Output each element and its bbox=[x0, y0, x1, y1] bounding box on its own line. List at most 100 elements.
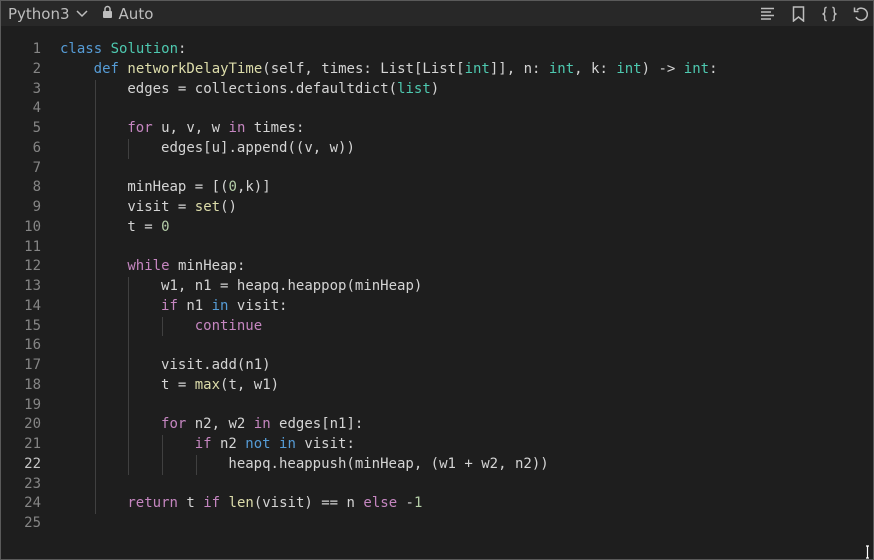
code-token: else bbox=[363, 495, 398, 512]
line-number: 7 bbox=[32, 159, 41, 176]
indent-guide bbox=[94, 474, 96, 495]
indent-guide bbox=[128, 336, 130, 356]
code-line[interactable]: 10 t = 0 bbox=[1, 217, 873, 238]
indent-guide bbox=[94, 454, 96, 475]
indent-guide bbox=[128, 296, 130, 317]
code-line[interactable]: 11 bbox=[1, 237, 873, 258]
braces-icon[interactable] bbox=[821, 5, 838, 22]
bookmark-icon[interactable] bbox=[790, 5, 807, 22]
code-text: for u, v, w in times: bbox=[127, 119, 304, 139]
code-line[interactable]: 12 while minHeap: bbox=[1, 257, 873, 277]
code-text: visit = set() bbox=[127, 198, 237, 218]
code-line[interactable]: 4 bbox=[1, 99, 873, 119]
code-token: set bbox=[194, 199, 221, 215]
indent-guide bbox=[128, 356, 130, 376]
line-number: 5 bbox=[32, 120, 41, 136]
code-text: def networkDelayTime(self, times: List[L… bbox=[94, 60, 718, 80]
code-token: in bbox=[211, 297, 229, 314]
code-line[interactable]: 14 if n1 in visit: bbox=[1, 296, 873, 317]
indent-guide bbox=[94, 158, 96, 179]
code-line[interactable]: 25 bbox=[1, 514, 873, 534]
code-token: if bbox=[203, 495, 221, 512]
code-line[interactable]: 9 visit = set() bbox=[1, 198, 873, 218]
code-line[interactable]: 13 w1, n1 = heapq.heappop(minHeap) bbox=[1, 277, 873, 297]
code-token: ) -> bbox=[641, 60, 684, 77]
code-token: n2, w2 bbox=[186, 416, 254, 433]
indent-guide bbox=[94, 435, 96, 455]
code-line[interactable]: 15 continue bbox=[1, 316, 873, 337]
line-number: 24 bbox=[24, 495, 41, 512]
indent-guide bbox=[94, 178, 96, 198]
line-number: 16 bbox=[24, 337, 41, 354]
code-text: return t if len(visit) == n else -1 bbox=[127, 494, 422, 514]
indent-guide bbox=[128, 316, 130, 337]
line-number: 10 bbox=[24, 218, 41, 235]
code-token: Solution bbox=[110, 41, 179, 57]
code-token: for bbox=[127, 120, 153, 136]
indent-guide bbox=[162, 435, 164, 455]
code-line[interactable]: 2 def networkDelayTime(self, times: List[… bbox=[1, 60, 873, 80]
code-token: return bbox=[127, 495, 178, 512]
code-token: - bbox=[397, 495, 414, 512]
code-token: () bbox=[220, 199, 237, 215]
indent-guide bbox=[94, 375, 96, 396]
indent-guide bbox=[94, 119, 96, 139]
code-line[interactable]: 23 bbox=[1, 474, 873, 495]
code-line[interactable]: 1 class Solution: bbox=[1, 40, 873, 60]
code-line[interactable]: 3 edges = collections.defaultdict(list) bbox=[1, 79, 873, 100]
code-token: len bbox=[228, 495, 254, 512]
indent-guide bbox=[94, 296, 96, 317]
code-token: ]], n: bbox=[489, 60, 549, 77]
code-token: 0 bbox=[228, 179, 237, 196]
undo-icon[interactable] bbox=[852, 5, 869, 22]
indent-guide bbox=[128, 415, 130, 435]
code-line[interactable]: 6 edges[u].append((v, w)) bbox=[1, 138, 873, 159]
code-token: in bbox=[228, 120, 246, 136]
line-number: 17 bbox=[24, 357, 41, 373]
code-token: class bbox=[60, 41, 103, 57]
code-line[interactable]: 16 bbox=[1, 336, 873, 356]
indent-guide bbox=[128, 277, 130, 297]
indent-guide bbox=[94, 237, 96, 258]
indent-guide bbox=[94, 356, 96, 376]
chevron-down-icon bbox=[76, 9, 88, 18]
line-number: 1 bbox=[32, 41, 41, 57]
code-line[interactable]: 7 bbox=[1, 158, 873, 179]
code-line[interactable]: 21 if n2 not in visit: bbox=[1, 435, 873, 455]
code-token: n2 bbox=[211, 436, 246, 452]
code-token: 0 bbox=[161, 218, 170, 235]
code-line[interactable]: 22 heapq.heappush(minHeap, (w1 + w2, n2)) bbox=[1, 454, 873, 475]
language-label: Python3 bbox=[8, 4, 70, 23]
mode-label: Auto bbox=[118, 4, 154, 23]
line-number: 20 bbox=[24, 416, 41, 433]
code-line[interactable]: 5 for u, v, w in times: bbox=[1, 119, 873, 139]
code-token: w1, n1 = heapq.heappop(minHeap) bbox=[161, 278, 423, 294]
indent-guide bbox=[162, 316, 164, 337]
code-token: for bbox=[161, 416, 187, 433]
code-token: int bbox=[464, 60, 490, 77]
code-token: 1 bbox=[413, 495, 423, 512]
code-token: ) bbox=[430, 80, 440, 97]
code-line[interactable]: 19 bbox=[1, 395, 873, 416]
code-line[interactable]: 20 for n2, w2 in edges[n1]: bbox=[1, 415, 873, 435]
code-area[interactable]: 1 class Solution: 2 def networkDelayTime(se… bbox=[1, 40, 873, 540]
code-text: t = 0 bbox=[127, 218, 169, 238]
code-line[interactable]: 17 visit.add(n1) bbox=[1, 356, 873, 376]
code-line[interactable]: 24 return t if len(visit) == n else -1 bbox=[1, 494, 873, 514]
code-line[interactable]: 18 t = max(t, w1) bbox=[1, 375, 873, 396]
indent-guide bbox=[162, 454, 164, 475]
language-select[interactable]: Python3 bbox=[8, 5, 88, 23]
code-token: max bbox=[194, 376, 221, 393]
code-text: for n2, w2 in edges[n1]: bbox=[161, 415, 363, 435]
code-token: visit = bbox=[127, 199, 195, 215]
code-token: list bbox=[397, 80, 431, 97]
code-token: visit: bbox=[228, 297, 288, 314]
line-number: 19 bbox=[24, 396, 41, 413]
indent-guide bbox=[94, 138, 96, 159]
code-token: int bbox=[683, 60, 710, 77]
code-line[interactable]: 8 minHeap = [(0,k)] bbox=[1, 178, 873, 198]
autocomplete-mode-toggle[interactable]: Auto bbox=[102, 4, 154, 23]
line-number: 23 bbox=[24, 475, 41, 492]
list-icon[interactable] bbox=[759, 5, 776, 22]
